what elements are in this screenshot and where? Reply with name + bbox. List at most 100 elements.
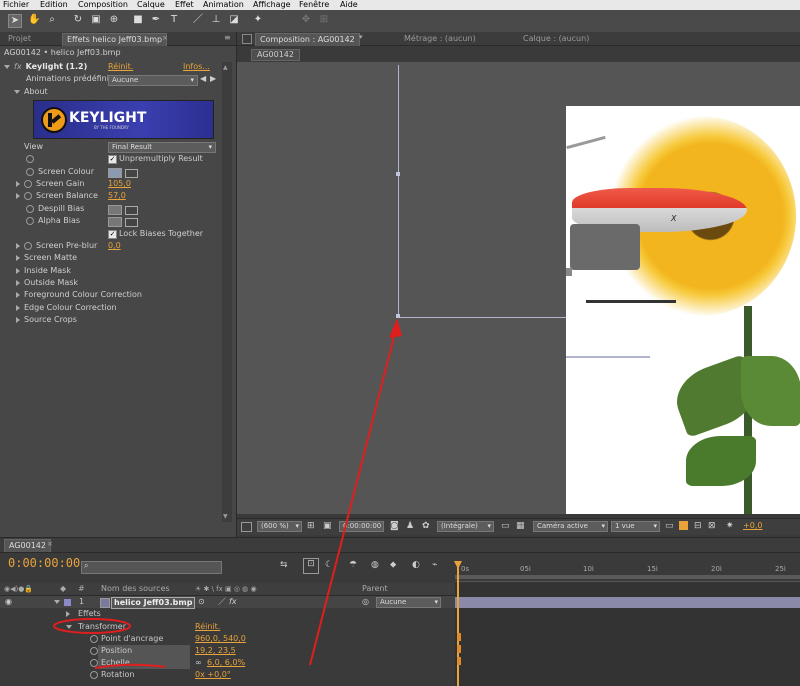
expand-icon[interactable] xyxy=(16,180,20,187)
expand-icon[interactable] xyxy=(16,192,20,199)
motion-blur-icon[interactable]: ◍ xyxy=(371,560,379,570)
tab-composition[interactable]: Composition : AG00142 xyxy=(255,33,360,46)
prop-position-value[interactable]: 19,2, 23,5 xyxy=(195,645,236,657)
comp-breadcrumb-button[interactable]: AG00142 xyxy=(251,49,300,61)
layer-label-color[interactable] xyxy=(64,599,71,606)
column-source-name[interactable]: Nom des sources xyxy=(101,583,170,595)
layer-duration-bar[interactable] xyxy=(455,597,800,608)
keyframe-marker[interactable] xyxy=(457,657,461,665)
eyedropper-icon[interactable] xyxy=(125,169,138,178)
menu-animation[interactable]: Animation xyxy=(203,0,244,10)
resolution-dropdown[interactable]: (Intégrale) ▾ xyxy=(437,521,494,532)
draft-3d-icon[interactable]: ⊡ xyxy=(303,558,319,574)
show-snapshot-icon[interactable]: ♟ xyxy=(406,521,414,531)
lock-icon[interactable] xyxy=(242,34,252,44)
region-of-interest-icon[interactable]: ▭ xyxy=(501,521,510,531)
screen-preblur-value[interactable]: 0,0 xyxy=(108,240,121,252)
pan-behind-tool-icon[interactable]: ⊕ xyxy=(108,14,120,26)
group-outside-mask[interactable]: Outside Mask xyxy=(16,277,78,289)
about-toggle-icon[interactable] xyxy=(14,89,20,94)
fx-icon[interactable]: fx xyxy=(14,62,22,71)
presets-dropdown[interactable]: Aucune ▾ xyxy=(108,75,198,86)
tab-timeline-comp[interactable]: AG00142 xyxy=(4,539,51,552)
viewer-canvas[interactable]: X xyxy=(237,62,800,514)
layer-expand-icon[interactable] xyxy=(54,596,64,608)
effect-reset-link[interactable]: Réinit. xyxy=(108,61,133,73)
scroll-up-icon[interactable]: ▲ xyxy=(223,64,228,71)
prop-rotation-value[interactable]: 0x +0,0° xyxy=(195,669,231,681)
group-source-crops[interactable]: Source Crops xyxy=(16,314,77,326)
axis-mode-icon[interactable]: ✥ xyxy=(300,14,312,26)
prop-anchor-point-value[interactable]: 960,0, 540,0 xyxy=(195,633,246,645)
tab-effect-controls[interactable]: Effets helico Jeff03.bmp xyxy=(62,33,168,46)
prop-scale-value[interactable]: 6,0, 6,0% xyxy=(207,657,245,669)
expand-icon[interactable] xyxy=(16,242,20,249)
collapse-icon[interactable] xyxy=(66,624,72,629)
exposure-value[interactable]: +0,0 xyxy=(743,521,762,530)
stopwatch-icon[interactable] xyxy=(26,154,34,163)
comp-mini-flowchart-icon[interactable]: ⇆ xyxy=(280,560,288,570)
group-fg-colour-correction[interactable]: Foreground Colour Correction xyxy=(16,289,142,301)
stopwatch-icon[interactable] xyxy=(26,216,34,225)
group-inside-mask[interactable]: Inside Mask xyxy=(16,265,71,277)
tab-dropdown-icon[interactable]: ▾ xyxy=(359,33,363,41)
screen-balance-value[interactable]: 57,0 xyxy=(108,190,126,202)
mask-visibility-icon[interactable]: ▣ xyxy=(323,521,332,531)
bbox-handle[interactable] xyxy=(396,314,400,318)
eyedropper-icon[interactable] xyxy=(125,206,138,215)
quality-switch-icon[interactable]: ／ xyxy=(218,596,226,608)
preset-next-icon[interactable]: ▶ xyxy=(210,74,216,83)
bbox-handle[interactable] xyxy=(396,172,400,176)
constrain-proportions-icon[interactable]: ∞ xyxy=(195,657,202,669)
preset-prev-icon[interactable]: ◀ xyxy=(200,74,206,83)
screen-gain-value[interactable]: 105,0 xyxy=(108,178,131,190)
zoom-dropdown[interactable]: (600 %) ▾ xyxy=(257,521,302,532)
transparency-grid-icon[interactable]: ▦ xyxy=(516,521,525,531)
despill-bias-swatch[interactable] xyxy=(108,205,122,215)
toggle-pixel-aspect-icon[interactable]: ▭ xyxy=(665,521,674,531)
transform-group-label[interactable]: Transformer xyxy=(78,621,126,633)
rotate-tool-icon[interactable]: ↻ xyxy=(72,14,84,26)
menu-fichier[interactable]: Fichier xyxy=(3,0,29,10)
stopwatch-icon[interactable] xyxy=(90,646,98,655)
views-dropdown[interactable]: 1 vue ▾ xyxy=(611,521,660,532)
menu-fenetre[interactable]: Fenêtre xyxy=(299,0,329,10)
flowchart-icon[interactable]: ⊠ xyxy=(708,521,716,531)
stopwatch-icon[interactable] xyxy=(24,241,32,250)
expand-icon[interactable] xyxy=(66,610,70,617)
tab-footage[interactable]: Métrage : (aucun) xyxy=(404,33,476,45)
frame-blending-icon[interactable]: ☂ xyxy=(349,560,357,570)
close-tab-icon[interactable]: × xyxy=(162,34,170,42)
screen-colour-swatch[interactable] xyxy=(108,168,122,178)
grid-icon[interactable]: ⊞ xyxy=(307,521,315,531)
menu-composition[interactable]: Composition xyxy=(78,0,128,10)
layer-visibility-icon[interactable]: ◉ xyxy=(5,596,12,608)
timeline-icon[interactable]: ⊟ xyxy=(694,521,702,531)
keyframe-marker[interactable] xyxy=(457,633,461,641)
auto-keyframe-icon[interactable]: ◐ xyxy=(412,560,420,570)
tab-layer[interactable]: Calque : (aucun) xyxy=(523,33,589,45)
stopwatch-icon[interactable] xyxy=(90,658,98,667)
timeline-tracks[interactable]: 0s 05i 10i 15i 20i 25i xyxy=(454,561,800,686)
exposure-icon[interactable]: ✷ xyxy=(726,521,734,531)
work-area-bar[interactable] xyxy=(455,575,800,579)
lock-biases-checkbox[interactable]: ✓ xyxy=(108,230,117,239)
current-time-indicator[interactable] xyxy=(457,561,459,686)
snapshot-icon[interactable]: ◙ xyxy=(390,521,399,531)
parent-dropdown[interactable]: Aucune ▾ xyxy=(376,597,441,608)
menu-calque[interactable]: Calque xyxy=(137,0,165,10)
stopwatch-icon[interactable] xyxy=(24,179,32,188)
group-screen-matte[interactable]: Screen Matte xyxy=(16,252,77,264)
current-time-display[interactable]: 0:00:00:00 xyxy=(339,521,384,532)
fast-preview-icon[interactable] xyxy=(679,521,688,530)
shy-switch-icon[interactable]: ⊙ xyxy=(198,596,205,608)
view-dropdown[interactable]: Final Result ▾ xyxy=(108,142,216,153)
close-tab-icon[interactable]: × xyxy=(47,540,53,548)
effect-info-link[interactable]: Infos... xyxy=(183,61,210,73)
eraser-tool-icon[interactable]: ◪ xyxy=(228,14,240,26)
eyedropper-icon[interactable] xyxy=(125,218,138,227)
text-tool-icon[interactable]: T xyxy=(168,14,180,26)
stopwatch-icon[interactable] xyxy=(24,191,32,200)
camera-dropdown[interactable]: Caméra active ▾ xyxy=(533,521,608,532)
graph-editor-icon[interactable]: ⌁ xyxy=(432,560,437,570)
